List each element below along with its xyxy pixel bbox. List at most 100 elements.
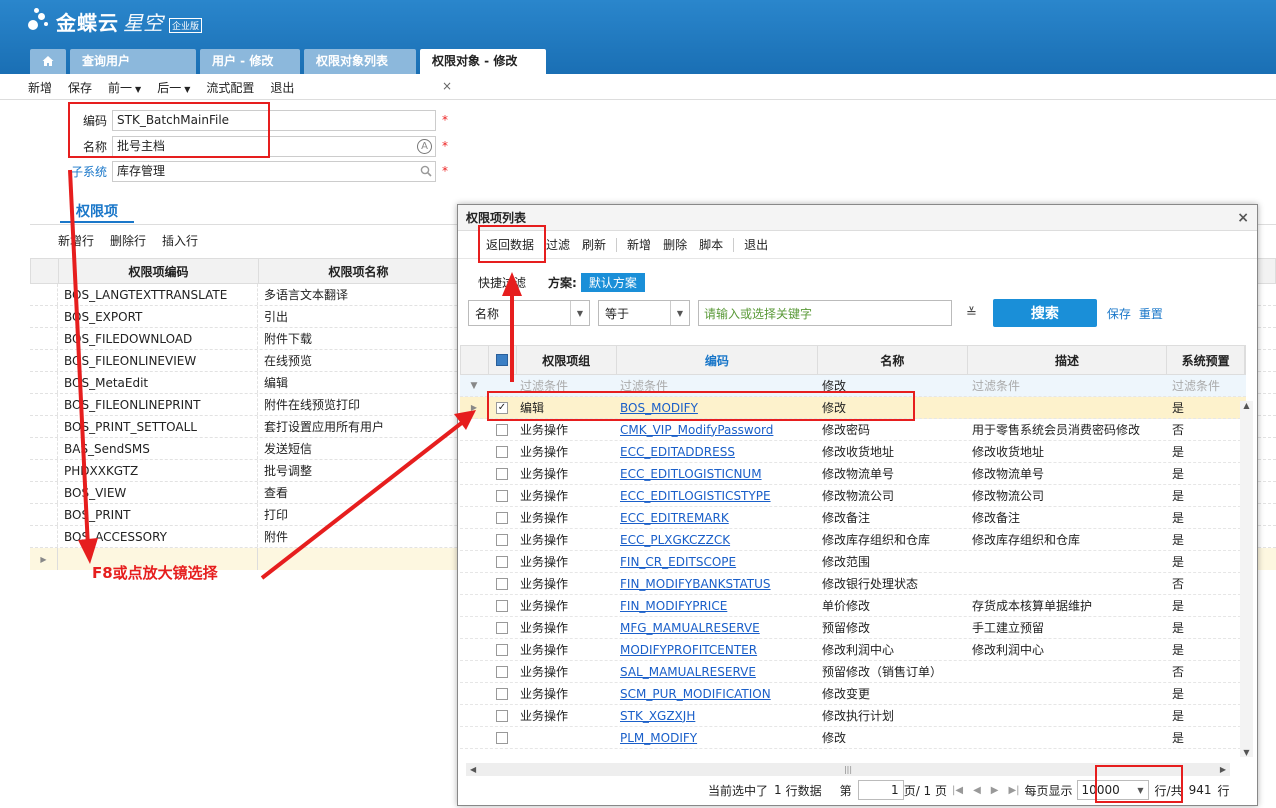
flow-config-button[interactable]: 流式配置 bbox=[198, 79, 262, 96]
table-row[interactable]: 业务操作 ECC_PLXGKCZZCK 修改库存组织和仓库 修改库存组织和仓库 是 bbox=[460, 529, 1246, 551]
col-header-name[interactable]: 名称 bbox=[818, 346, 968, 374]
col-header-code[interactable]: 权限项编码 bbox=[59, 259, 259, 283]
col-header-name[interactable]: 权限项名称 bbox=[259, 259, 459, 283]
row-checkbox[interactable] bbox=[488, 419, 516, 440]
table-row[interactable]: 业务操作 SCM_PUR_MODIFICATION 修改变更 是 bbox=[460, 683, 1246, 705]
scroll-thumb[interactable]: ||| bbox=[844, 765, 852, 774]
cell-perm-name[interactable]: 套打设置应用所有用户 bbox=[258, 416, 458, 437]
cell-perm-code[interactable]: BOS_FILEONLINEPRINT bbox=[58, 394, 258, 415]
cell-perm-code[interactable]: BOS_FILEDOWNLOAD bbox=[58, 328, 258, 349]
cell-code-link[interactable]: FIN_MODIFYBANKSTATUS bbox=[616, 573, 818, 594]
tab-query-user[interactable]: 查询用户 bbox=[70, 49, 196, 74]
row-checkbox[interactable] bbox=[488, 639, 516, 660]
row-checkbox[interactable] bbox=[488, 595, 516, 616]
multilang-icon[interactable]: A bbox=[417, 138, 432, 154]
reset-link[interactable]: 重置 bbox=[1139, 305, 1163, 322]
row-checkbox[interactable] bbox=[488, 529, 516, 550]
new-button[interactable]: 新增 bbox=[20, 79, 60, 96]
cell-perm-name[interactable]: 附件下载 bbox=[258, 328, 458, 349]
save-scheme-link[interactable]: 保存 bbox=[1107, 305, 1131, 322]
cell-code-link[interactable]: FIN_MODIFYPRICE bbox=[616, 595, 818, 616]
last-page-icon[interactable]: ▶| bbox=[1008, 785, 1019, 796]
cell-perm-name[interactable]: 编辑 bbox=[258, 372, 458, 393]
cell-perm-name[interactable]: 附件 bbox=[258, 526, 458, 547]
table-row[interactable]: 业务操作 ECC_EDITADDRESS 修改收货地址 修改收货地址 是 bbox=[460, 441, 1246, 463]
row-checkbox[interactable] bbox=[488, 573, 516, 594]
cell-code-link[interactable]: SAL_MAMUALRESERVE bbox=[616, 661, 818, 682]
prev-page-icon[interactable]: ◀ bbox=[973, 785, 981, 796]
dialog-delete-button[interactable]: 删除 bbox=[657, 236, 693, 253]
row-checkbox[interactable] bbox=[488, 705, 516, 726]
cell-code-link[interactable]: MODIFYPROFITCENTER bbox=[616, 639, 818, 660]
tab-user-edit[interactable]: 用户 - 修改 bbox=[200, 49, 300, 74]
row-checkbox[interactable] bbox=[488, 507, 516, 528]
cell-perm-code[interactable]: BOS_LANGTEXTTRANSLATE bbox=[58, 284, 258, 305]
tab-perm-object-edit[interactable]: 权限对象 - 修改× bbox=[420, 49, 546, 93]
cell-code-link[interactable]: MFG_MAMUALRESERVE bbox=[616, 617, 818, 638]
cell-perm-code[interactable]: BOS_MetaEdit bbox=[58, 372, 258, 393]
cell-perm-name[interactable]: 打印 bbox=[258, 504, 458, 525]
quick-filter-tab[interactable]: 快捷过滤 bbox=[478, 274, 526, 291]
cell-code-link[interactable]: ECC_EDITLOGISTICSTYPE bbox=[616, 485, 818, 506]
search-icon[interactable] bbox=[420, 165, 432, 177]
insert-row-button[interactable]: 插入行 bbox=[154, 232, 206, 249]
cell-perm-code[interactable]: BOS_ACCESSORY bbox=[58, 526, 258, 547]
cell-perm-code[interactable]: BOS_VIEW bbox=[58, 482, 258, 503]
cell-perm-code[interactable]: BOS_FILEONLINEVIEW bbox=[58, 350, 258, 371]
cell-perm-name[interactable]: 发送短信 bbox=[258, 438, 458, 459]
keyword-input[interactable]: 请输入或选择关键字 bbox=[698, 300, 952, 326]
next-button[interactable]: 后一 ▼ bbox=[149, 79, 198, 96]
col-header-desc[interactable]: 描述 bbox=[968, 346, 1168, 374]
tab-perm-object-list[interactable]: 权限对象列表 bbox=[304, 49, 416, 74]
cell-perm-name[interactable]: 查看 bbox=[258, 482, 458, 503]
next-page-icon[interactable]: ▶ bbox=[991, 785, 999, 796]
save-button[interactable]: 保存 bbox=[60, 79, 100, 96]
table-row[interactable]: 业务操作 ECC_EDITLOGISTICSTYPE 修改物流公司 修改物流公司 是 bbox=[460, 485, 1246, 507]
cell-code-link[interactable]: ECC_PLXGKCZZCK bbox=[616, 529, 818, 550]
table-row[interactable]: 业务操作 STK_XGZXJH 修改执行计划 是 bbox=[460, 705, 1246, 727]
cell-perm-name[interactable]: 引出 bbox=[258, 306, 458, 327]
cell-code-link[interactable]: ECC_EDITREMARK bbox=[616, 507, 818, 528]
cell-perm-code[interactable]: BOS_PRINT_SETTOALL bbox=[58, 416, 258, 437]
tab-home[interactable] bbox=[30, 49, 66, 74]
table-row[interactable]: 业务操作 MODIFYPROFITCENTER 修改利润中心 修改利润中心 是 bbox=[460, 639, 1246, 661]
cell-code-link[interactable]: ECC_EDITADDRESS bbox=[616, 441, 818, 462]
operator-select[interactable]: 等于 ▼ bbox=[598, 300, 690, 326]
cell-perm-code[interactable]: BOS_PRINT bbox=[58, 504, 258, 525]
row-checkbox[interactable] bbox=[488, 617, 516, 638]
subsystem-label[interactable]: 子系统 bbox=[0, 163, 112, 180]
tab-permission-items[interactable]: 权限项 bbox=[60, 201, 134, 223]
expand-double-chevron-icon[interactable]: ≚ bbox=[966, 306, 977, 321]
scroll-left-icon[interactable]: ◀ bbox=[470, 765, 476, 774]
table-row[interactable]: 业务操作 ECC_EDITLOGISTICNUM 修改物流单号 修改物流单号 是 bbox=[460, 463, 1246, 485]
page-input[interactable]: 1 bbox=[857, 780, 904, 800]
first-page-icon[interactable]: |◀ bbox=[952, 785, 963, 796]
subsystem-input[interactable]: 库存管理 bbox=[112, 160, 436, 182]
prev-button[interactable]: 前一 ▼ bbox=[100, 79, 149, 96]
cell-code-link[interactable]: SCM_PUR_MODIFICATION bbox=[616, 683, 818, 704]
scroll-down-icon[interactable]: ▼ bbox=[1240, 748, 1253, 757]
cell-code-link[interactable]: CMK_VIP_ModifyPassword bbox=[616, 419, 818, 440]
table-row[interactable]: 业务操作 SAL_MAMUALRESERVE 预留修改（销售订单） 否 bbox=[460, 661, 1246, 683]
dialog-new-button[interactable]: 新增 bbox=[621, 236, 657, 253]
col-header-sys[interactable]: 系统预置 bbox=[1167, 346, 1246, 374]
filter-cell-desc[interactable]: 过滤条件 bbox=[968, 375, 1168, 396]
cell-perm-name[interactable]: 附件在线预览打印 bbox=[258, 394, 458, 415]
exit-button[interactable]: 退出 bbox=[262, 79, 302, 96]
table-row[interactable]: 业务操作 MFG_MAMUALRESERVE 预留修改 手工建立预留 是 bbox=[460, 617, 1246, 639]
cell-perm-code[interactable]: BAS_SendSMS bbox=[58, 438, 258, 459]
cell-perm-name[interactable]: 在线预览 bbox=[258, 350, 458, 371]
row-checkbox[interactable] bbox=[488, 485, 516, 506]
cell-perm-name[interactable]: 多语言文本翻译 bbox=[258, 284, 458, 305]
row-checkbox[interactable] bbox=[488, 463, 516, 484]
cell-perm-name[interactable]: 批号调整 bbox=[258, 460, 458, 481]
refresh-button[interactable]: 刷新 bbox=[576, 236, 612, 253]
dialog-exit-button[interactable]: 退出 bbox=[738, 236, 774, 253]
row-checkbox[interactable] bbox=[488, 727, 516, 748]
row-checkbox[interactable] bbox=[488, 441, 516, 462]
table-row[interactable]: 业务操作 FIN_MODIFYBANKSTATUS 修改银行处理状态 否 bbox=[460, 573, 1246, 595]
table-row[interactable]: 业务操作 CMK_VIP_ModifyPassword 修改密码 用于零售系统会员消费… bbox=[460, 419, 1246, 441]
dialog-close-icon[interactable]: × bbox=[1237, 205, 1249, 231]
table-row[interactable]: 业务操作 FIN_MODIFYPRICE 单价修改 存货成本核算单据维护 是 bbox=[460, 595, 1246, 617]
search-button[interactable]: 搜索 bbox=[992, 299, 1097, 327]
